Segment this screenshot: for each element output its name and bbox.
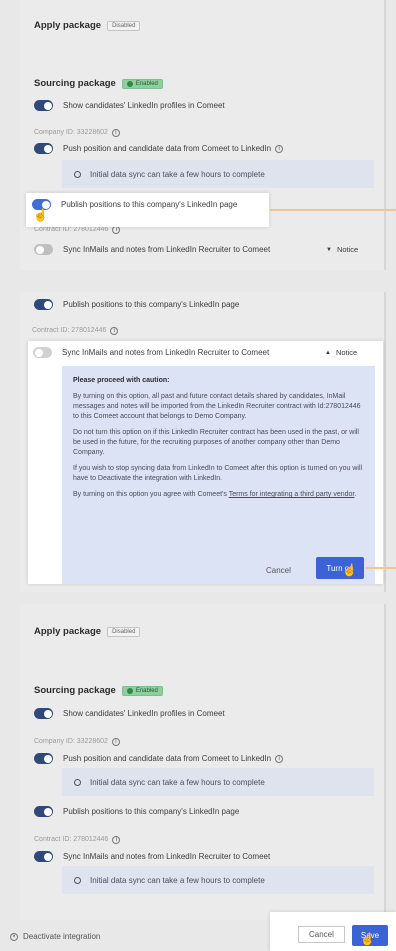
- apply-package-heading: Apply package Disabled: [34, 626, 141, 637]
- sourcing-package-heading: Sourcing package Enabled: [34, 685, 163, 696]
- show-profiles-label: Show candidates' LinkedIn profiles in Co…: [63, 101, 225, 110]
- company-id-label: Company ID: 33228602 i: [34, 738, 120, 746]
- sync-note-text: Initial data sync can take a few hours t…: [90, 169, 265, 179]
- contract-id-label: Contract ID: 278012446 i: [34, 836, 121, 844]
- hand-cursor-icon: ☝: [360, 932, 375, 946]
- show-profiles-row: Show candidates' LinkedIn profiles in Co…: [34, 100, 374, 111]
- publish-positions-row: Publish positions to this company's Link…: [34, 806, 374, 817]
- notice-toggle[interactable]: ▼ Notice: [326, 245, 358, 254]
- company-id-label: Company ID: 33228602 i: [34, 129, 120, 137]
- show-profiles-row: Show candidates' LinkedIn profiles in Co…: [34, 708, 374, 719]
- publish-positions-label: Publish positions to this company's Link…: [63, 807, 240, 816]
- triangle-up-icon: ▲: [325, 349, 331, 356]
- sync-note-box: Initial data sync can take a few hours t…: [62, 160, 374, 188]
- caution-paragraph: Do not turn this option on if this Linke…: [73, 429, 359, 456]
- info-icon: i: [275, 754, 284, 763]
- company-id-text: Company ID: 33228602: [34, 738, 108, 745]
- contract-id-label: Contract ID: 278012446 i: [34, 226, 121, 234]
- apply-package-title: Apply package: [34, 626, 102, 637]
- show-profiles-label: Show candidates' LinkedIn profiles in Co…: [63, 709, 225, 718]
- sync-note-box: Initial data sync can take a few hours t…: [62, 768, 374, 796]
- sourcing-package-title: Sourcing package: [34, 685, 116, 696]
- info-icon: i: [112, 226, 121, 234]
- connector-line: [270, 209, 396, 211]
- apply-package-title: Apply package: [34, 20, 102, 31]
- sync-icon: [74, 170, 81, 178]
- sync-inmails-label: Sync InMails and notes from LinkedIn Rec…: [63, 245, 271, 254]
- push-data-label: Push position and candidate data from Co…: [63, 754, 272, 763]
- terms-prefix: By turning on this option you agree with…: [73, 491, 229, 498]
- status-badge: Enabled: [121, 78, 163, 89]
- push-data-toggle[interactable]: [34, 753, 53, 764]
- panel-1: Apply package Disabled Sourcing package …: [20, 0, 386, 270]
- sourcing-package-title: Sourcing package: [34, 78, 116, 89]
- panel-3: Apply package Disabled Sourcing package …: [20, 604, 386, 920]
- cancel-button[interactable]: Cancel: [266, 566, 291, 575]
- sync-inmails-row: Sync InMails and notes from LinkedIn Rec…: [34, 851, 374, 862]
- sync-icon: [74, 778, 81, 786]
- push-data-row: Push position and candidate data from Co…: [34, 143, 374, 154]
- terms-link[interactable]: Terms for integrating a third party vend…: [229, 491, 355, 498]
- terms-suffix: .: [354, 491, 357, 498]
- sync-inmails-row: Sync InMails and notes from LinkedIn Rec…: [34, 244, 374, 255]
- caution-title: Please proceed with caution:: [73, 377, 170, 384]
- info-icon: i: [111, 129, 120, 137]
- push-data-toggle[interactable]: [34, 143, 53, 154]
- hand-cursor-icon: ☝: [33, 208, 48, 222]
- sync-inmails-row: Sync InMails and notes from LinkedIn Rec…: [33, 347, 293, 358]
- info-icon: i: [111, 738, 120, 746]
- status-badge-label: Enabled: [135, 80, 158, 87]
- sync-icon: [74, 876, 81, 884]
- publish-positions-row: Publish positions to this company's Link…: [34, 299, 374, 310]
- sync-note-text: Initial data sync can take a few hours t…: [90, 875, 265, 885]
- show-profiles-toggle[interactable]: [34, 708, 53, 719]
- apply-package-heading: Apply package Disabled: [34, 20, 141, 31]
- info-icon: i: [275, 144, 284, 153]
- sync-note-text: Initial data sync can take a few hours t…: [90, 777, 265, 787]
- check-icon: [126, 80, 133, 87]
- caution-paragraph: If you wish to stop syncing data from Li…: [73, 465, 363, 482]
- publish-positions-label: Publish positions to this company's Link…: [61, 200, 238, 209]
- sync-inmails-toggle[interactable]: [34, 244, 53, 255]
- publish-positions-label: Publish positions to this company's Link…: [63, 300, 240, 309]
- notice-label: Notice: [336, 245, 359, 254]
- notice-toggle[interactable]: ▲ Notice: [325, 348, 357, 357]
- sourcing-package-heading: Sourcing package Enabled: [34, 78, 163, 89]
- close-circle-icon: ×: [10, 932, 18, 941]
- status-badge: Disabled: [107, 626, 141, 637]
- status-badge: Disabled: [107, 20, 141, 31]
- push-data-label: Push position and candidate data from Co…: [63, 144, 272, 153]
- contract-id-text: Contract ID: 278012446: [34, 836, 109, 843]
- contract-id-text: Contract ID: 278012446: [32, 327, 107, 334]
- caution-box: Please proceed with caution: By turning …: [62, 366, 375, 584]
- notice-label: Notice: [335, 348, 358, 357]
- push-data-row: Push position and candidate data from Co…: [34, 753, 374, 764]
- info-icon: i: [110, 327, 119, 335]
- contract-id-label: Contract ID: 278012446 i: [32, 327, 119, 335]
- show-profiles-toggle[interactable]: [34, 100, 53, 111]
- sync-inmails-toggle[interactable]: [34, 851, 53, 862]
- caution-paragraph: By turning on this option you agree with…: [73, 490, 364, 500]
- connector-line: [366, 567, 396, 569]
- status-badge-label: Enabled: [135, 687, 158, 694]
- publish-positions-toggle[interactable]: [34, 299, 53, 310]
- sync-inmails-toggle[interactable]: [33, 347, 52, 358]
- sync-inmails-label: Sync InMails and notes from LinkedIn Rec…: [62, 348, 270, 357]
- deactivate-integration-link[interactable]: × Deactivate integration: [10, 932, 100, 941]
- triangle-down-icon: ▼: [326, 246, 332, 253]
- deactivate-label: Deactivate integration: [23, 932, 101, 941]
- publish-positions-toggle[interactable]: [34, 806, 53, 817]
- contract-id-text: Contract ID: 278012446: [34, 226, 109, 233]
- sync-note-box: Initial data sync can take a few hours t…: [62, 866, 374, 894]
- company-id-text: Company ID: 33228602: [34, 129, 108, 136]
- sync-inmails-label: Sync InMails and notes from LinkedIn Rec…: [63, 852, 271, 861]
- status-badge: Enabled: [121, 685, 163, 696]
- caution-paragraph: By turning on this option, all past and …: [73, 393, 361, 420]
- info-icon: i: [112, 836, 121, 844]
- cancel-button[interactable]: Cancel: [298, 926, 345, 943]
- publish-positions-row: Publish positions to this company's Link…: [32, 199, 267, 210]
- hand-cursor-icon: ☝: [342, 563, 357, 577]
- check-icon: [126, 687, 133, 694]
